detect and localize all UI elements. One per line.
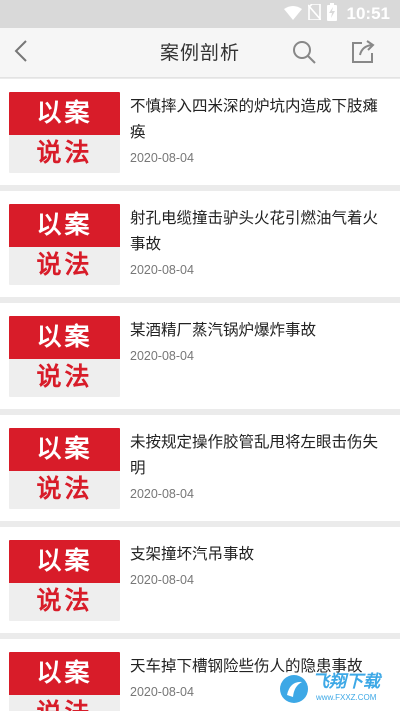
nav-bar: 案例剖析 [0,28,400,78]
thumbnail-line2: 说法 [36,586,93,615]
share-icon [351,40,375,68]
article-thumbnail: 以案 说法 [9,540,120,621]
watermark-url: www.FXXZ.COM [316,693,377,702]
article-thumbnail: 以案 说法 [9,652,120,711]
thumbnail-line2: 说法 [36,362,93,391]
back-button[interactable] [6,38,36,68]
article-row[interactable]: 以案 说法 不慎摔入四米深的炉坑内造成下肢瘫痪 2020-08-04 [0,79,400,185]
thumbnail-line1: 以案 [36,658,93,687]
thumbnail-line2: 说法 [36,138,93,167]
thumbnail-line2: 说法 [36,474,93,503]
article-title: 射孔电缆撞击驴头火花引燃油气着火事故 [130,209,379,253]
thumbnail-line1: 以案 [36,546,93,575]
thumbnail-line1: 以案 [36,322,93,351]
status-time: 10:51 [346,4,390,23]
article-thumbnail: 以案 说法 [9,316,120,397]
article-date: 2020-08-04 [130,151,194,165]
back-arrow-icon [14,40,28,66]
article-title: 支架撞坏汽吊事故 [130,545,255,563]
article-title: 某酒精厂蒸汽锅炉爆炸事故 [130,321,317,339]
thumbnail-line1: 以案 [36,434,93,463]
share-button[interactable] [348,39,378,69]
search-button[interactable] [289,39,319,69]
article-row[interactable]: 以案 说法 某酒精厂蒸汽锅炉爆炸事故 2020-08-04 [0,303,400,409]
article-row[interactable]: 以案 说法 支架撞坏汽吊事故 2020-08-04 [0,527,400,633]
watermark-text: 飞翔下载 [312,672,380,692]
wifi-icon [283,5,302,24]
article-date: 2020-08-04 [130,487,194,501]
no-sim-icon [306,3,322,24]
thumbnail-line2: 说法 [9,697,120,711]
article-thumbnail: 以案 说法 [9,204,120,285]
article-date: 2020-08-04 [130,685,194,699]
watermark-logo-icon [278,673,312,705]
article-list: 以案 说法 不慎摔入四米深的炉坑内造成下肢瘫痪 2020-08-04 以案 说法… [0,79,400,711]
watermark: 飞翔下载 www.FXXZ.COM [278,672,398,705]
search-icon [292,40,316,68]
status-bar: 10:51 [0,0,400,28]
thumbnail-line1: 以案 [36,98,93,127]
thumbnail-line2: 说法 [36,250,93,279]
article-row[interactable]: 以案 说法 射孔电缆撞击驴头火花引燃油气着火事故 2020-08-04 [0,191,400,297]
article-title: 不慎摔入四米深的炉坑内造成下肢瘫痪 [130,97,379,141]
article-thumbnail: 以案 说法 [9,92,120,173]
article-thumbnail: 以案 说法 [9,428,120,509]
thumbnail-line1: 以案 [36,210,93,239]
article-date: 2020-08-04 [130,573,194,587]
status-icons: 10:51 [283,0,390,28]
page-title: 案例剖析 [159,42,240,64]
battery-charging-icon [326,3,337,25]
article-row[interactable]: 以案 说法 未按规定操作胶管乱甩将左眼击伤失明 2020-08-04 [0,415,400,521]
article-date: 2020-08-04 [130,263,194,277]
article-title: 未按规定操作胶管乱甩将左眼击伤失明 [130,433,379,477]
article-date: 2020-08-04 [130,349,194,363]
